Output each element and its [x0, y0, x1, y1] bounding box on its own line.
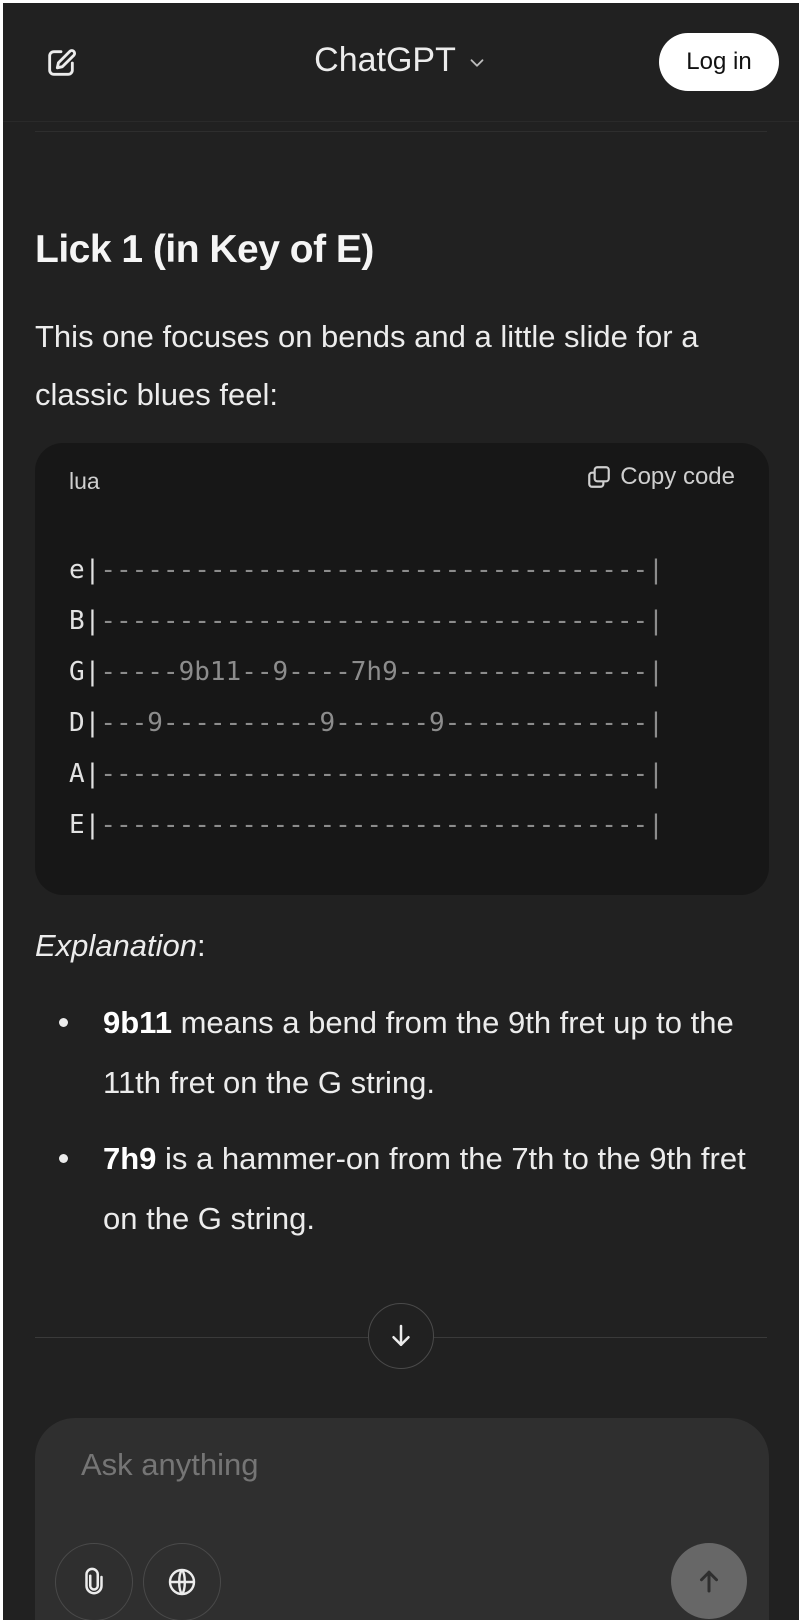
arrow-up-icon [700, 1570, 718, 1593]
scroll-to-bottom-button[interactable] [368, 1303, 434, 1369]
string-label: B| [69, 606, 101, 636]
message-intro: This one focuses on bends and a little s… [35, 319, 699, 412]
composer [35, 1418, 769, 1620]
message-separator [35, 131, 767, 132]
tab-line: E|-----------------------------------| [69, 810, 664, 840]
chevron-down-icon [466, 52, 488, 74]
paperclip-icon [85, 1567, 103, 1595]
tab-line: A|-----------------------------------| [69, 759, 664, 789]
string-label: A| [69, 759, 101, 789]
string-label: e| [69, 555, 101, 585]
prompt-input[interactable] [79, 1446, 643, 1484]
list-item: 9b11 means a bend from the 9th fret up t… [35, 993, 775, 1113]
list-item-term: 9b11 [103, 1005, 172, 1040]
tab-line: e|-----------------------------------| [69, 555, 664, 585]
tab-line: D|---9----------9------9-------------| [69, 708, 664, 738]
login-button[interactable]: Log in [659, 33, 779, 91]
tab-line: G|-----9b11--9----7h9----------------| [69, 657, 664, 687]
tab-lines: e|-----------------------------------| B… [69, 545, 769, 851]
attach-button[interactable] [55, 1543, 133, 1620]
explanation-list: 9b11 means a bend from the 9th fret up t… [35, 993, 775, 1265]
string-label: G| [69, 657, 101, 687]
copy-icon [588, 466, 611, 488]
app-frame: ChatGPT Log in Lick 1 (in Key of E) This… [3, 3, 799, 1620]
top-bar: ChatGPT Log in [3, 3, 799, 122]
arrow-down-icon [392, 1324, 410, 1346]
send-button[interactable] [671, 1543, 747, 1619]
code-language-label: lua [69, 468, 100, 494]
explanation-label: Explanation: [35, 928, 206, 964]
bullet-dot [59, 1018, 68, 1027]
app-title: ChatGPT [314, 41, 456, 79]
string-label: D| [69, 708, 101, 738]
explanation-colon: : [197, 928, 206, 963]
list-item-text: means a bend from the 9th fret up to the… [103, 1005, 734, 1100]
message-heading: Lick 1 (in Key of E) [35, 228, 374, 271]
explanation-term: Explanation [35, 928, 198, 963]
search-web-button[interactable] [143, 1543, 221, 1620]
string-label: E| [69, 810, 101, 840]
globe-icon [168, 1568, 196, 1596]
list-item: 7h9 is a hammer-on from the 7th to the 9… [35, 1129, 775, 1249]
copy-code-button[interactable]: Copy code [586, 463, 735, 491]
list-item-text: is a hammer-on from the 7th to the 9th f… [103, 1141, 746, 1236]
copy-code-label: Copy code [620, 463, 735, 490]
list-item-term: 7h9 [103, 1141, 157, 1176]
tab-line: B|-----------------------------------| [69, 606, 664, 636]
code-block: lua Copy code e|------------------------… [35, 443, 769, 895]
bullet-dot [59, 1154, 68, 1163]
